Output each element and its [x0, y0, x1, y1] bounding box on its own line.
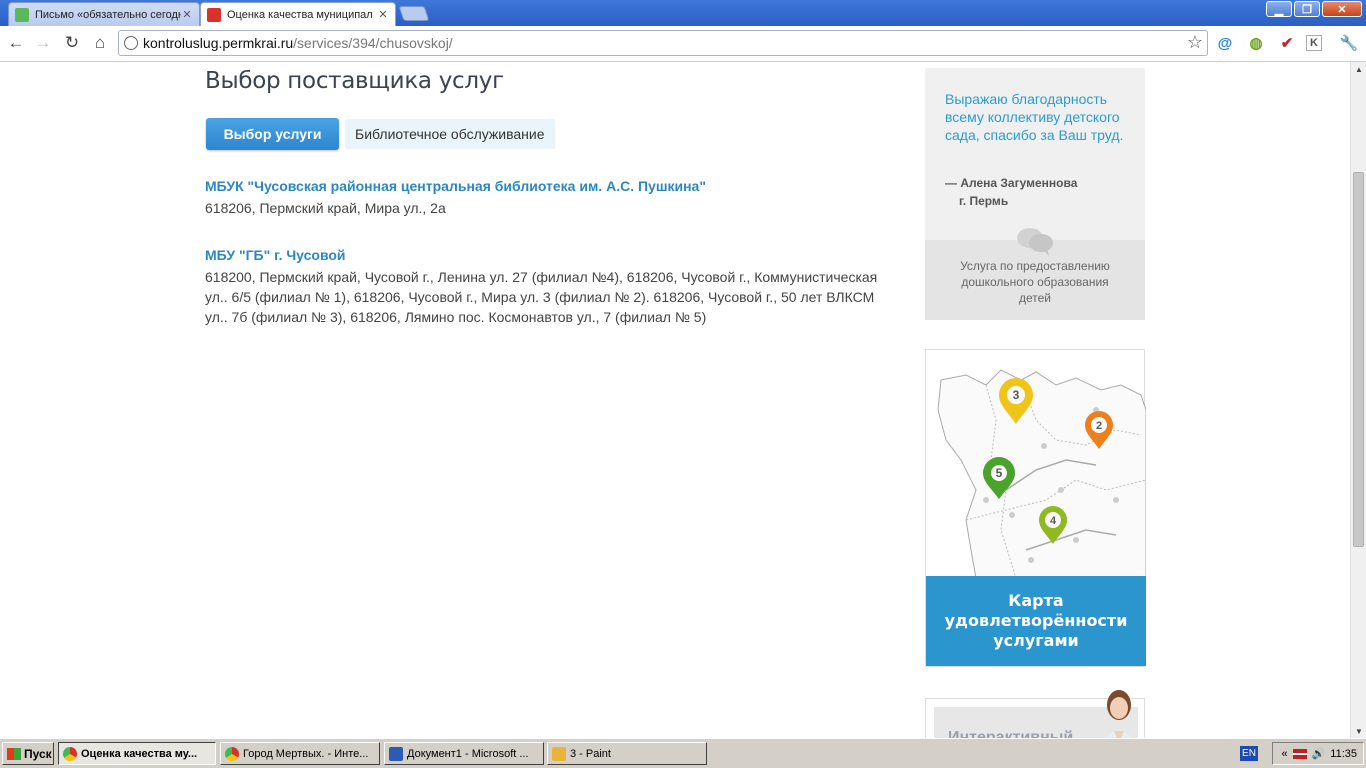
minimize-button[interactable]: ▁ [1266, 1, 1292, 17]
close-window-button[interactable]: ✕ [1322, 1, 1362, 17]
provider-item: МБУ "ГБ" г. Чусовой 618200, Пермский кра… [205, 247, 895, 327]
bookmark-star-icon[interactable]: ☆ [1187, 32, 1203, 53]
map-pins: 3 2 5 4 [983, 378, 1113, 544]
review-service-footer: Услуга по предоставлению дошкольного обр… [925, 228, 1145, 320]
volume-icon[interactable]: 🔊 [1312, 747, 1326, 760]
satisfaction-map-card[interactable]: 3 2 5 4 Карта удовлетворённости услугами [925, 349, 1146, 667]
pin-label: 4 [1050, 515, 1057, 527]
flag-icon[interactable] [1292, 748, 1307, 759]
satisfaction-map-link[interactable]: Карта удовлетворённости услугами [926, 576, 1146, 666]
window-controls: ▁ ❐ ✕ [1266, 1, 1362, 17]
tray-expand-icon[interactable]: « [1281, 748, 1287, 760]
windows-taskbar: Пуск Оценка качества му... Город Мертвых… [0, 738, 1366, 768]
select-service-button[interactable]: Выбор услуги [206, 118, 339, 150]
browser-toolbar: ← → ↻ ⌂ kontroluslug.permkrai.ru/service… [0, 26, 1366, 62]
clock[interactable]: 11:35 [1330, 748, 1357, 760]
taskbar-item-label: Оценка качества му... [81, 747, 198, 760]
kaspersky-icon[interactable]: ✔ [1276, 32, 1298, 54]
chrome-icon [225, 746, 239, 761]
taskbar-item-chrome[interactable]: Оценка качества му... [58, 742, 216, 765]
taskbar-item-chrome-2[interactable]: Город Мертвых. - Инте... [220, 742, 380, 765]
tab-title: Оценка качества муниципал [227, 8, 373, 21]
pin-label: 2 [1096, 420, 1102, 432]
close-icon[interactable]: ✕ [181, 8, 193, 21]
pin-label: 5 [996, 466, 1003, 480]
pin-label: 3 [1013, 388, 1020, 402]
provider-item: МБУК "Чусовская районная центральная биб… [205, 178, 895, 218]
taskbar-item-label: 3 - Paint [570, 747, 611, 760]
address-bar[interactable]: kontroluslug.permkrai.ru/services/394/ch… [118, 30, 1208, 56]
taskbar-item-label: Документ1 - Microsoft ... [407, 747, 529, 760]
review-card[interactable]: Выражаю благодарность всему коллективу д… [925, 68, 1145, 320]
provider-address: 618200, Пермский край, Чусовой г., Ленин… [205, 269, 878, 325]
interactive-label: Интерактивный [948, 729, 1074, 738]
wrench-icon[interactable]: 🔧 [1338, 32, 1360, 54]
system-tray: « 🔊 11:35 [1272, 742, 1364, 765]
close-icon[interactable]: ✕ [377, 8, 389, 21]
scrollbar-thumb[interactable] [1353, 172, 1364, 547]
tab-kontroluslug[interactable]: Оценка качества муниципал ✕ [200, 2, 396, 26]
mail-icon [15, 7, 29, 22]
tab-title: Письмо «обязательно сегодн [35, 8, 181, 21]
start-label: Пуск [24, 746, 52, 761]
browser-tab-strip: Письмо «обязательно сегодн ✕ Оценка каче… [0, 0, 1366, 26]
taskbar-item-paint[interactable]: 3 - Paint [547, 742, 707, 765]
start-button[interactable]: Пуск [2, 742, 54, 765]
page-title: Выбор поставщика услуг [205, 68, 504, 94]
scroll-down-icon[interactable]: ▼ [1352, 724, 1366, 738]
taskbar-item-label: Город Мертвых. - Инте... [243, 747, 369, 760]
map-pin-2[interactable]: 2 [1085, 411, 1113, 449]
assistant-avatar-icon [1106, 690, 1132, 738]
back-arrow-icon[interactable]: ← [5, 32, 27, 54]
map-pin-5[interactable]: 5 [983, 457, 1015, 499]
reload-icon[interactable]: ↻ [61, 32, 83, 54]
interactive-card[interactable]: Интерактивный [925, 690, 1145, 738]
url-path: /services/394/chusovskoj/ [293, 35, 453, 51]
forward-arrow-icon[interactable]: → [32, 32, 54, 54]
review-author-name: — Алена Загуменнова [945, 176, 1078, 190]
windows-logo-icon [7, 747, 21, 760]
provider-address: 618206, Пермский край, Мира ул., 2а [205, 200, 446, 216]
review-quote: Выражаю благодарность всему коллективу д… [945, 91, 1124, 143]
language-indicator[interactable]: EN [1240, 746, 1258, 761]
url-host: kontroluslug.permkrai.ru [143, 35, 294, 51]
provider-link[interactable]: МБУ "ГБ" г. Чусовой [205, 247, 895, 263]
selected-service-label: Библиотечное обслуживание [345, 119, 555, 149]
globe-icon [124, 36, 138, 50]
scroll-up-icon[interactable]: ▲ [1352, 62, 1366, 76]
maximize-button[interactable]: ❐ [1294, 1, 1320, 17]
page-viewport: Выбор поставщика услуг Выбор услуги Библ… [0, 62, 1350, 738]
kontrol-extension-icon[interactable]: K [1306, 35, 1322, 51]
speech-bubbles-icon [1017, 228, 1053, 256]
site-favicon-icon [207, 7, 221, 22]
extension-ring-icon[interactable]: ◍ [1245, 32, 1267, 54]
review-author-city: г. Пермь [959, 194, 1009, 208]
taskbar-item-word[interactable]: Документ1 - Microsoft ... [384, 742, 544, 765]
word-icon [389, 746, 403, 761]
home-icon[interactable]: ⌂ [89, 32, 111, 54]
review-author: — Алена Загуменнова г. Пермь [945, 174, 1077, 210]
map-pin-4[interactable]: 4 [1039, 506, 1067, 544]
paint-icon [552, 746, 566, 761]
new-tab-button[interactable] [398, 6, 430, 21]
map-pin-3[interactable]: 3 [999, 378, 1033, 424]
tab-mail[interactable]: Письмо «обязательно сегодн ✕ [8, 2, 200, 26]
chrome-icon [63, 746, 77, 761]
vertical-scrollbar[interactable]: ▲ ▼ [1350, 62, 1366, 738]
review-service-name: Услуга по предоставлению дошкольного обр… [960, 259, 1110, 305]
provider-link[interactable]: МБУК "Чусовская районная центральная биб… [205, 178, 895, 194]
mail-ru-icon[interactable]: @ [1214, 32, 1236, 54]
